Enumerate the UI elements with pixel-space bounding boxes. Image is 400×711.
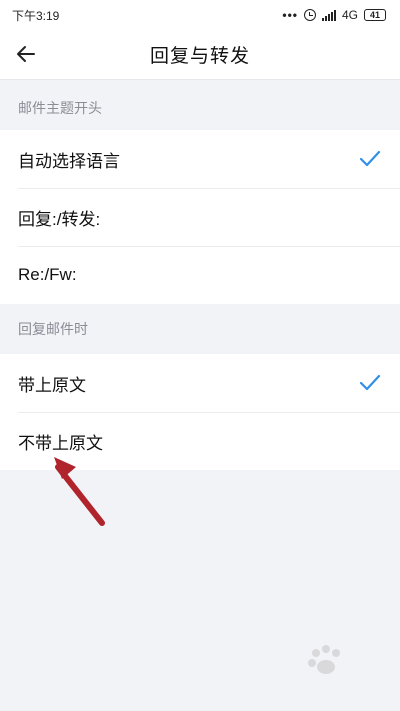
option-label: 自动选择语言 [18,151,120,171]
status-indicators: ••• 4G 41 [282,8,386,22]
option-include-original[interactable]: 带上原文 [0,354,400,412]
battery-icon: 41 [364,9,386,21]
status-bar: 下午3:19 ••• 4G 41 [0,0,400,30]
option-english-prefix[interactable]: Re:/Fw: [0,246,400,304]
option-exclude-original[interactable]: 不带上原文 [0,412,400,470]
network-type: 4G [341,8,358,22]
page-title: 回复与转发 [149,46,250,67]
option-label: 带上原文 [18,375,86,395]
section-header-subject-prefix: 邮件主题开头 [18,100,102,116]
check-icon [358,371,382,395]
baidu-logo-watermark [308,645,340,674]
back-arrow-icon [17,46,35,62]
signal-icon [321,9,336,21]
status-dots: ••• [282,8,298,22]
option-label: 回复:/转发: [18,209,101,229]
status-time: 下午3:19 [12,8,60,23]
screen: 下午3:19 ••• 4G 41 回复与转发 邮件主题开头 自动选择语言 回复:… [0,0,400,711]
back-button[interactable] [10,38,42,70]
check-icon [358,147,382,171]
header: 回复与转发 [0,30,400,80]
reply-mode-list: 带上原文 不带上原文 [0,354,400,470]
subject-prefix-list: 自动选择语言 回复:/转发: Re:/Fw: [0,130,400,304]
alarm-icon [303,9,316,21]
battery-level: 41 [369,10,380,20]
option-auto-language[interactable]: 自动选择语言 [0,130,400,188]
option-chinese-prefix[interactable]: 回复:/转发: [0,188,400,246]
section-header-reply-mode: 回复邮件时 [18,321,88,337]
option-label: Re:/Fw: [18,265,77,284]
option-label: 不带上原文 [18,433,103,453]
